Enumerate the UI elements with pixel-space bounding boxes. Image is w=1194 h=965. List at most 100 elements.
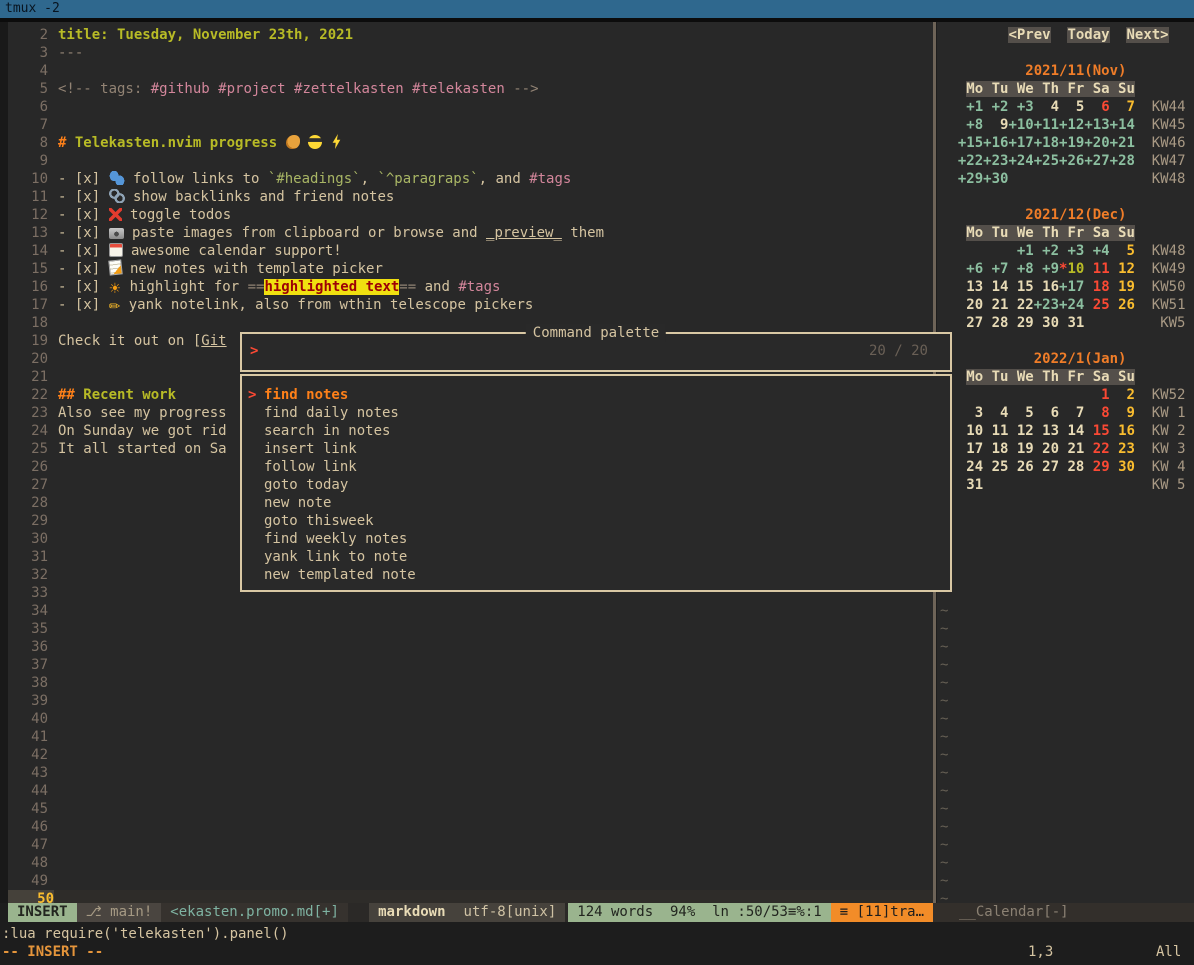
calendar-day[interactable]: +10 bbox=[1008, 117, 1033, 133]
palette-item[interactable]: new templated note bbox=[242, 566, 950, 584]
calendar-day[interactable]: +9 bbox=[1034, 261, 1059, 277]
calendar-day[interactable]: +25 bbox=[1034, 153, 1059, 169]
calendar-day[interactable]: 26 bbox=[1008, 459, 1033, 475]
calendar-day[interactable]: 3 bbox=[958, 405, 983, 421]
calendar-day[interactable]: 11 bbox=[1084, 261, 1109, 277]
calendar-day[interactable]: +8 bbox=[958, 117, 983, 133]
palette-item[interactable]: find daily notes bbox=[242, 404, 950, 422]
calendar-day[interactable]: 10 bbox=[1067, 261, 1084, 277]
calendar-day[interactable]: +12 bbox=[1059, 117, 1084, 133]
window-titlebar[interactable]: tmux -2 bbox=[0, 0, 1194, 18]
calendar-day[interactable]: +23 bbox=[1034, 297, 1059, 313]
calendar-day[interactable]: 16 bbox=[1034, 279, 1059, 295]
calendar-day[interactable]: 25 bbox=[983, 459, 1008, 475]
calendar-day[interactable]: 6 bbox=[1084, 99, 1109, 115]
calendar-day[interactable]: +21 bbox=[1110, 135, 1135, 151]
calendar-day[interactable]: 5 bbox=[1059, 99, 1084, 115]
calendar-day[interactable]: +2 bbox=[983, 99, 1008, 115]
calendar-day[interactable]: 17 bbox=[958, 441, 983, 457]
calendar-day[interactable]: 13 bbox=[1034, 423, 1059, 439]
calendar-day[interactable]: 23 bbox=[1110, 441, 1135, 457]
calendar-day[interactable]: +4 bbox=[1084, 243, 1109, 259]
calendar-day[interactable]: 26 bbox=[1110, 297, 1135, 313]
calendar-day[interactable]: +17 bbox=[1059, 279, 1084, 295]
palette-item[interactable]: goto today bbox=[242, 476, 950, 494]
calendar-day[interactable]: +15 bbox=[958, 135, 983, 151]
calendar-nav-button[interactable]: <Prev bbox=[1008, 27, 1050, 43]
calendar-day[interactable]: 13 bbox=[958, 279, 983, 295]
calendar-day[interactable]: 8 bbox=[1084, 405, 1109, 421]
calendar-day[interactable]: 27 bbox=[1034, 459, 1059, 475]
calendar-day[interactable]: 30 bbox=[1110, 459, 1135, 475]
palette-item[interactable]: follow link bbox=[242, 458, 950, 476]
palette-item[interactable]: new note bbox=[242, 494, 950, 512]
calendar-day[interactable]: +24 bbox=[1059, 297, 1084, 313]
calendar-nav-button[interactable]: Today bbox=[1067, 27, 1109, 43]
calendar-day[interactable]: 5 bbox=[1110, 243, 1135, 259]
calendar-day[interactable]: 9 bbox=[1110, 405, 1135, 421]
calendar-day[interactable]: +13 bbox=[1084, 117, 1109, 133]
calendar-day[interactable]: +26 bbox=[1059, 153, 1084, 169]
calendar-day[interactable]: 1 bbox=[1084, 387, 1109, 403]
calendar-day[interactable]: 11 bbox=[983, 423, 1008, 439]
calendar-day[interactable]: 30 bbox=[1034, 315, 1059, 331]
calendar-day[interactable]: 28 bbox=[983, 315, 1008, 331]
calendar-day[interactable]: +24 bbox=[1008, 153, 1033, 169]
calendar-day[interactable]: +6 bbox=[958, 261, 983, 277]
calendar-day[interactable]: 24 bbox=[958, 459, 983, 475]
calendar-day[interactable]: 7 bbox=[1110, 99, 1135, 115]
calendar-day[interactable]: 14 bbox=[1059, 423, 1084, 439]
calendar-day[interactable]: +23 bbox=[983, 153, 1008, 169]
calendar-day[interactable]: 9 bbox=[983, 117, 1008, 133]
command-line[interactable]: :lua require('telekasten').panel() bbox=[2, 925, 289, 943]
buffer-segment[interactable]: ≡ [11]tra… bbox=[831, 903, 933, 922]
palette-item[interactable]: goto thisweek bbox=[242, 512, 950, 530]
calendar-day[interactable]: 22 bbox=[1008, 297, 1033, 313]
palette-item[interactable]: insert link bbox=[242, 440, 950, 458]
calendar-day[interactable]: 12 bbox=[1110, 261, 1135, 277]
calendar-day[interactable]: 15 bbox=[1084, 423, 1109, 439]
calendar-day[interactable]: 10 bbox=[958, 423, 983, 439]
calendar-pane[interactable]: <Prev Today Next> 2021/11(Nov) Mo Tu We … bbox=[937, 22, 1194, 904]
calendar-day[interactable]: 20 bbox=[1034, 441, 1059, 457]
calendar-day[interactable]: 21 bbox=[1059, 441, 1084, 457]
calendar-day[interactable]: 29 bbox=[1008, 315, 1033, 331]
calendar-day[interactable]: +22 bbox=[958, 153, 983, 169]
calendar-day[interactable]: +28 bbox=[1110, 153, 1135, 169]
calendar-day[interactable]: +29 bbox=[958, 171, 983, 187]
palette-prompt-box[interactable]: Command palette > 20 / 20 bbox=[240, 332, 952, 372]
calendar-day[interactable]: 2 bbox=[1110, 387, 1135, 403]
calendar-day[interactable]: +1 bbox=[1008, 243, 1033, 259]
calendar-day[interactable]: 22 bbox=[1084, 441, 1109, 457]
palette-item[interactable]: yank link to note bbox=[242, 548, 950, 566]
calendar-day[interactable]: +17 bbox=[1008, 135, 1033, 151]
calendar-day[interactable]: 25 bbox=[1084, 297, 1109, 313]
calendar-day[interactable]: +19 bbox=[1059, 135, 1084, 151]
calendar-day[interactable]: +11 bbox=[1034, 117, 1059, 133]
calendar-day[interactable]: 16 bbox=[1110, 423, 1135, 439]
calendar-day[interactable]: 18 bbox=[1084, 279, 1109, 295]
calendar-day[interactable]: +16 bbox=[983, 135, 1008, 151]
calendar-day[interactable]: +3 bbox=[1059, 243, 1084, 259]
calendar-day[interactable]: +3 bbox=[1008, 99, 1033, 115]
calendar-day[interactable]: 4 bbox=[1034, 99, 1059, 115]
calendar-day[interactable]: 14 bbox=[983, 279, 1008, 295]
calendar-day[interactable]: +18 bbox=[1034, 135, 1059, 151]
calendar-day[interactable]: 19 bbox=[1110, 279, 1135, 295]
editor-line[interactable]: 50 bbox=[8, 890, 933, 904]
calendar-day[interactable]: +8 bbox=[1008, 261, 1033, 277]
calendar-nav-button[interactable]: Next> bbox=[1126, 27, 1168, 43]
calendar-day[interactable]: 19 bbox=[1008, 441, 1033, 457]
calendar-day[interactable]: 18 bbox=[983, 441, 1008, 457]
calendar-day[interactable]: 20 bbox=[958, 297, 983, 313]
calendar-day[interactable]: 21 bbox=[983, 297, 1008, 313]
calendar-day[interactable]: +27 bbox=[1084, 153, 1109, 169]
calendar-day[interactable]: +14 bbox=[1110, 117, 1135, 133]
calendar-day[interactable]: 5 bbox=[1008, 405, 1033, 421]
calendar-day[interactable]: 7 bbox=[1059, 405, 1084, 421]
calendar-day[interactable]: 27 bbox=[958, 315, 983, 331]
calendar-day[interactable]: 31 bbox=[958, 477, 983, 493]
calendar-day[interactable]: 12 bbox=[1008, 423, 1033, 439]
calendar-day[interactable]: +20 bbox=[1084, 135, 1109, 151]
calendar-day[interactable]: 31 bbox=[1059, 315, 1084, 331]
